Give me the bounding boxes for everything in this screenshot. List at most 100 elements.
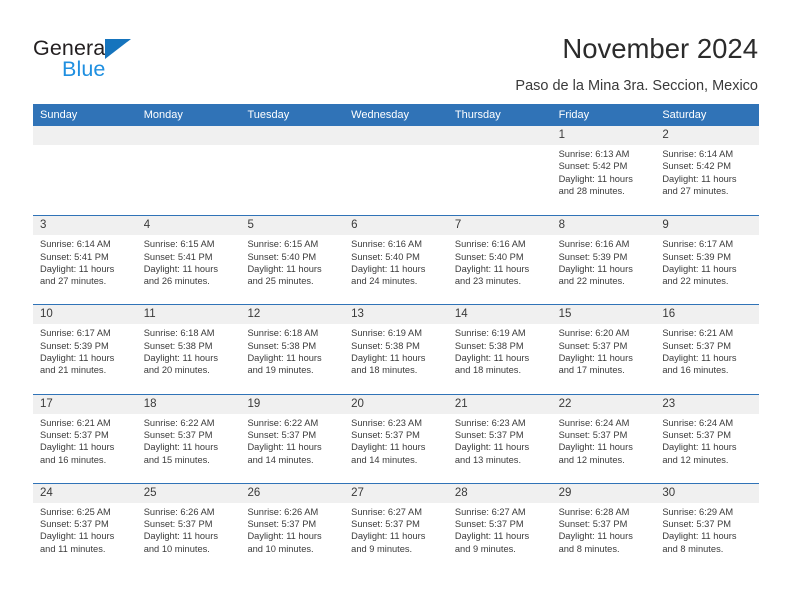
calendar-day-cell[interactable]: 17 Sunrise: 6:21 AM Sunset: 5:37 PM Dayligh… — [33, 394, 137, 483]
daylight-duration-line1: Daylight: 11 hours — [454, 353, 530, 364]
daylight-duration-line2: and 9 minutes. — [454, 543, 516, 554]
sunset-time: Sunset: 5:37 PM — [454, 519, 524, 530]
day-number: 4 — [143, 219, 151, 232]
daylight-duration-line2: and 14 minutes. — [247, 454, 314, 465]
daylight-duration-line1: Daylight: 11 hours — [247, 353, 322, 364]
day-number-band: 7 — [447, 216, 552, 236]
daylight-duration-line1: Daylight: 11 hours — [247, 531, 322, 542]
day-number-band: 2 — [655, 126, 760, 145]
sunrise-time: Sunrise: 6:17 AM — [40, 328, 111, 339]
calendar-week-row: 1 Sunrise: 6:13 AM Sunset: 5:42 PM Daylight… — [33, 126, 760, 216]
sunset-time: Sunset: 5:37 PM — [662, 429, 732, 440]
day-number-band: 28 — [447, 483, 552, 503]
daylight-duration-line2: and 26 minutes. — [143, 276, 210, 287]
daylight-duration-line1: Daylight: 11 hours — [454, 531, 530, 542]
sunrise-time: Sunrise: 6:25 AM — [40, 506, 111, 517]
sunset-time: Sunset: 5:37 PM — [143, 519, 213, 530]
calendar-day-cell[interactable]: 15 Sunrise: 6:20 AM Sunset: 5:37 PM Dayligh… — [551, 305, 656, 394]
calendar-day-cell[interactable]: 14 Sunrise: 6:19 AM Sunset: 5:38 PM Dayligh… — [447, 305, 552, 394]
sunrise-time: Sunrise: 6:23 AM — [454, 417, 526, 428]
calendar-day-cell-empty — [33, 126, 137, 216]
page-subtitle-location: Paso de la Mina 3ra. Seccion, Mexico — [515, 78, 758, 94]
calendar-day-cell[interactable]: 27 Sunrise: 6:27 AM Sunset: 5:37 PM Dayligh… — [344, 483, 448, 572]
page-title: November 2024 — [562, 33, 758, 64]
sunset-time: Sunset: 5:40 PM — [247, 251, 317, 262]
calendar-day-cell[interactable]: 9 Sunrise: 6:17 AM Sunset: 5:39 PM Daylight… — [655, 216, 760, 305]
sunrise-time: Sunrise: 6:24 AM — [558, 417, 630, 428]
day-number: 22 — [558, 397, 572, 410]
daylight-duration-line2: and 27 minutes. — [662, 186, 729, 197]
day-number-band — [33, 126, 137, 145]
daylight-duration-line2: and 19 minutes. — [247, 365, 314, 376]
calendar-day-cell[interactable]: 18 Sunrise: 6:22 AM Sunset: 5:37 PM Dayligh… — [136, 394, 241, 483]
day-sun-info: Sunrise: 6:27 AM Sunset: 5:37 PM Daylight:… — [344, 503, 448, 555]
calendar-day-cell[interactable]: 28 Sunrise: 6:27 AM Sunset: 5:37 PM Dayligh… — [447, 483, 552, 572]
daylight-duration-line2: and 28 minutes. — [558, 186, 625, 197]
daylight-duration-line1: Daylight: 11 hours — [143, 263, 218, 274]
day-sun-info: Sunrise: 6:19 AM Sunset: 5:38 PM Daylight:… — [344, 324, 448, 376]
calendar-day-cell[interactable]: 12 Sunrise: 6:18 AM Sunset: 5:38 PM Dayligh… — [240, 305, 345, 394]
calendar-day-cell[interactable]: 11 Sunrise: 6:18 AM Sunset: 5:38 PM Dayligh… — [136, 305, 241, 394]
calendar-day-cell[interactable]: 26 Sunrise: 6:26 AM Sunset: 5:37 PM Dayligh… — [240, 483, 345, 572]
calendar-day-cell[interactable]: 19 Sunrise: 6:22 AM Sunset: 5:37 PM Dayligh… — [240, 394, 345, 483]
day-number: 3 — [40, 219, 47, 232]
calendar-day-cell[interactable]: 22 Sunrise: 6:24 AM Sunset: 5:37 PM Dayligh… — [551, 394, 656, 483]
day-number-band: 30 — [655, 483, 760, 503]
sunrise-time: Sunrise: 6:17 AM — [662, 239, 734, 250]
daylight-duration-line1: Daylight: 11 hours — [40, 353, 115, 364]
calendar-day-cell[interactable]: 10 Sunrise: 6:17 AM Sunset: 5:39 PM Dayligh… — [33, 305, 137, 394]
daylight-duration-line2: and 25 minutes. — [247, 276, 314, 287]
calendar-day-cell[interactable]: 8 Sunrise: 6:16 AM Sunset: 5:39 PM Daylight… — [551, 216, 656, 305]
logo-triangle-icon — [105, 39, 131, 59]
calendar-day-cell[interactable]: 24 Sunrise: 6:25 AM Sunset: 5:37 PM Dayligh… — [33, 483, 137, 572]
generalblue-logo[interactable]: General Blue — [33, 36, 253, 88]
calendar-weekday-header: Sunday Monday Tuesday Wednesday Thursday… — [33, 104, 759, 126]
sunrise-time: Sunrise: 6:20 AM — [558, 328, 630, 339]
calendar-day-cell[interactable]: 20 Sunrise: 6:23 AM Sunset: 5:37 PM Dayligh… — [344, 394, 448, 483]
calendar-day-cell[interactable]: 29 Sunrise: 6:28 AM Sunset: 5:37 PM Dayligh… — [551, 483, 656, 572]
calendar-day-cell[interactable]: 25 Sunrise: 6:26 AM Sunset: 5:37 PM Dayligh… — [136, 483, 241, 572]
daylight-duration-line2: and 16 minutes. — [40, 454, 107, 465]
day-number-band: 24 — [33, 483, 137, 503]
daylight-duration-line2: and 13 minutes. — [454, 454, 522, 465]
calendar-day-cell[interactable]: 3 Sunrise: 6:14 AM Sunset: 5:41 PM Daylight… — [33, 216, 137, 305]
day-number-band: 1 — [551, 126, 656, 145]
daylight-duration-line1: Daylight: 11 hours — [558, 353, 633, 364]
sunrise-time: Sunrise: 6:23 AM — [351, 417, 422, 428]
sunrise-time: Sunrise: 6:29 AM — [662, 506, 734, 517]
sunset-time: Sunset: 5:42 PM — [558, 161, 628, 172]
sunset-time: Sunset: 5:37 PM — [351, 429, 420, 440]
calendar-day-cell[interactable]: 6 Sunrise: 6:16 AM Sunset: 5:40 PM Daylight… — [344, 216, 448, 305]
daylight-duration-line2: and 14 minutes. — [351, 454, 418, 465]
daylight-duration-line1: Daylight: 11 hours — [351, 263, 426, 274]
daylight-duration-line2: and 17 minutes. — [558, 365, 625, 376]
day-sun-info: Sunrise: 6:18 AM Sunset: 5:38 PM Daylight:… — [240, 324, 344, 376]
sunrise-time: Sunrise: 6:14 AM — [662, 149, 734, 159]
day-number-band: 23 — [655, 394, 760, 414]
daylight-duration-line2: and 20 minutes. — [143, 365, 210, 376]
calendar-day-cell[interactable]: 16 Sunrise: 6:21 AM Sunset: 5:37 PM Dayligh… — [655, 305, 760, 394]
calendar-day-cell[interactable]: 4 Sunrise: 6:15 AM Sunset: 5:41 PM Daylight… — [136, 216, 241, 305]
calendar-day-cell[interactable]: 13 Sunrise: 6:19 AM Sunset: 5:38 PM Dayligh… — [344, 305, 448, 394]
day-number: 27 — [351, 486, 364, 499]
weekday-header-thursday: Thursday — [454, 109, 501, 121]
day-number: 14 — [454, 308, 468, 321]
day-number: 2 — [662, 129, 669, 141]
calendar-day-cell[interactable]: 21 Sunrise: 6:23 AM Sunset: 5:37 PM Dayligh… — [447, 394, 552, 483]
day-number-band: 20 — [344, 394, 448, 414]
calendar-day-cell[interactable]: 5 Sunrise: 6:15 AM Sunset: 5:40 PM Daylight… — [240, 216, 345, 305]
day-number: 10 — [40, 308, 53, 321]
calendar-day-cell[interactable]: 30 Sunrise: 6:29 AM Sunset: 5:37 PM Dayligh… — [655, 483, 760, 572]
calendar-day-cell[interactable]: 7 Sunrise: 6:16 AM Sunset: 5:40 PM Daylight… — [447, 216, 552, 305]
sunrise-time: Sunrise: 6:18 AM — [143, 328, 215, 339]
daylight-duration-line1: Daylight: 11 hours — [454, 263, 530, 274]
day-sun-info: Sunrise: 6:17 AM Sunset: 5:39 PM Daylight:… — [33, 324, 137, 376]
daylight-duration-line2: and 23 minutes. — [454, 276, 522, 287]
calendar-day-cell[interactable]: 23 Sunrise: 6:24 AM Sunset: 5:37 PM Dayligh… — [655, 394, 760, 483]
day-number-band: 9 — [655, 216, 760, 236]
day-number: 30 — [662, 486, 676, 499]
calendar-day-cell[interactable]: 1 Sunrise: 6:13 AM Sunset: 5:42 PM Daylight… — [551, 126, 656, 216]
daylight-duration-line2: and 12 minutes. — [558, 454, 625, 465]
calendar-day-cell[interactable]: 2 Sunrise: 6:14 AM Sunset: 5:42 PM Daylight… — [655, 126, 760, 216]
weekday-header-tuesday: Tuesday — [247, 109, 290, 121]
